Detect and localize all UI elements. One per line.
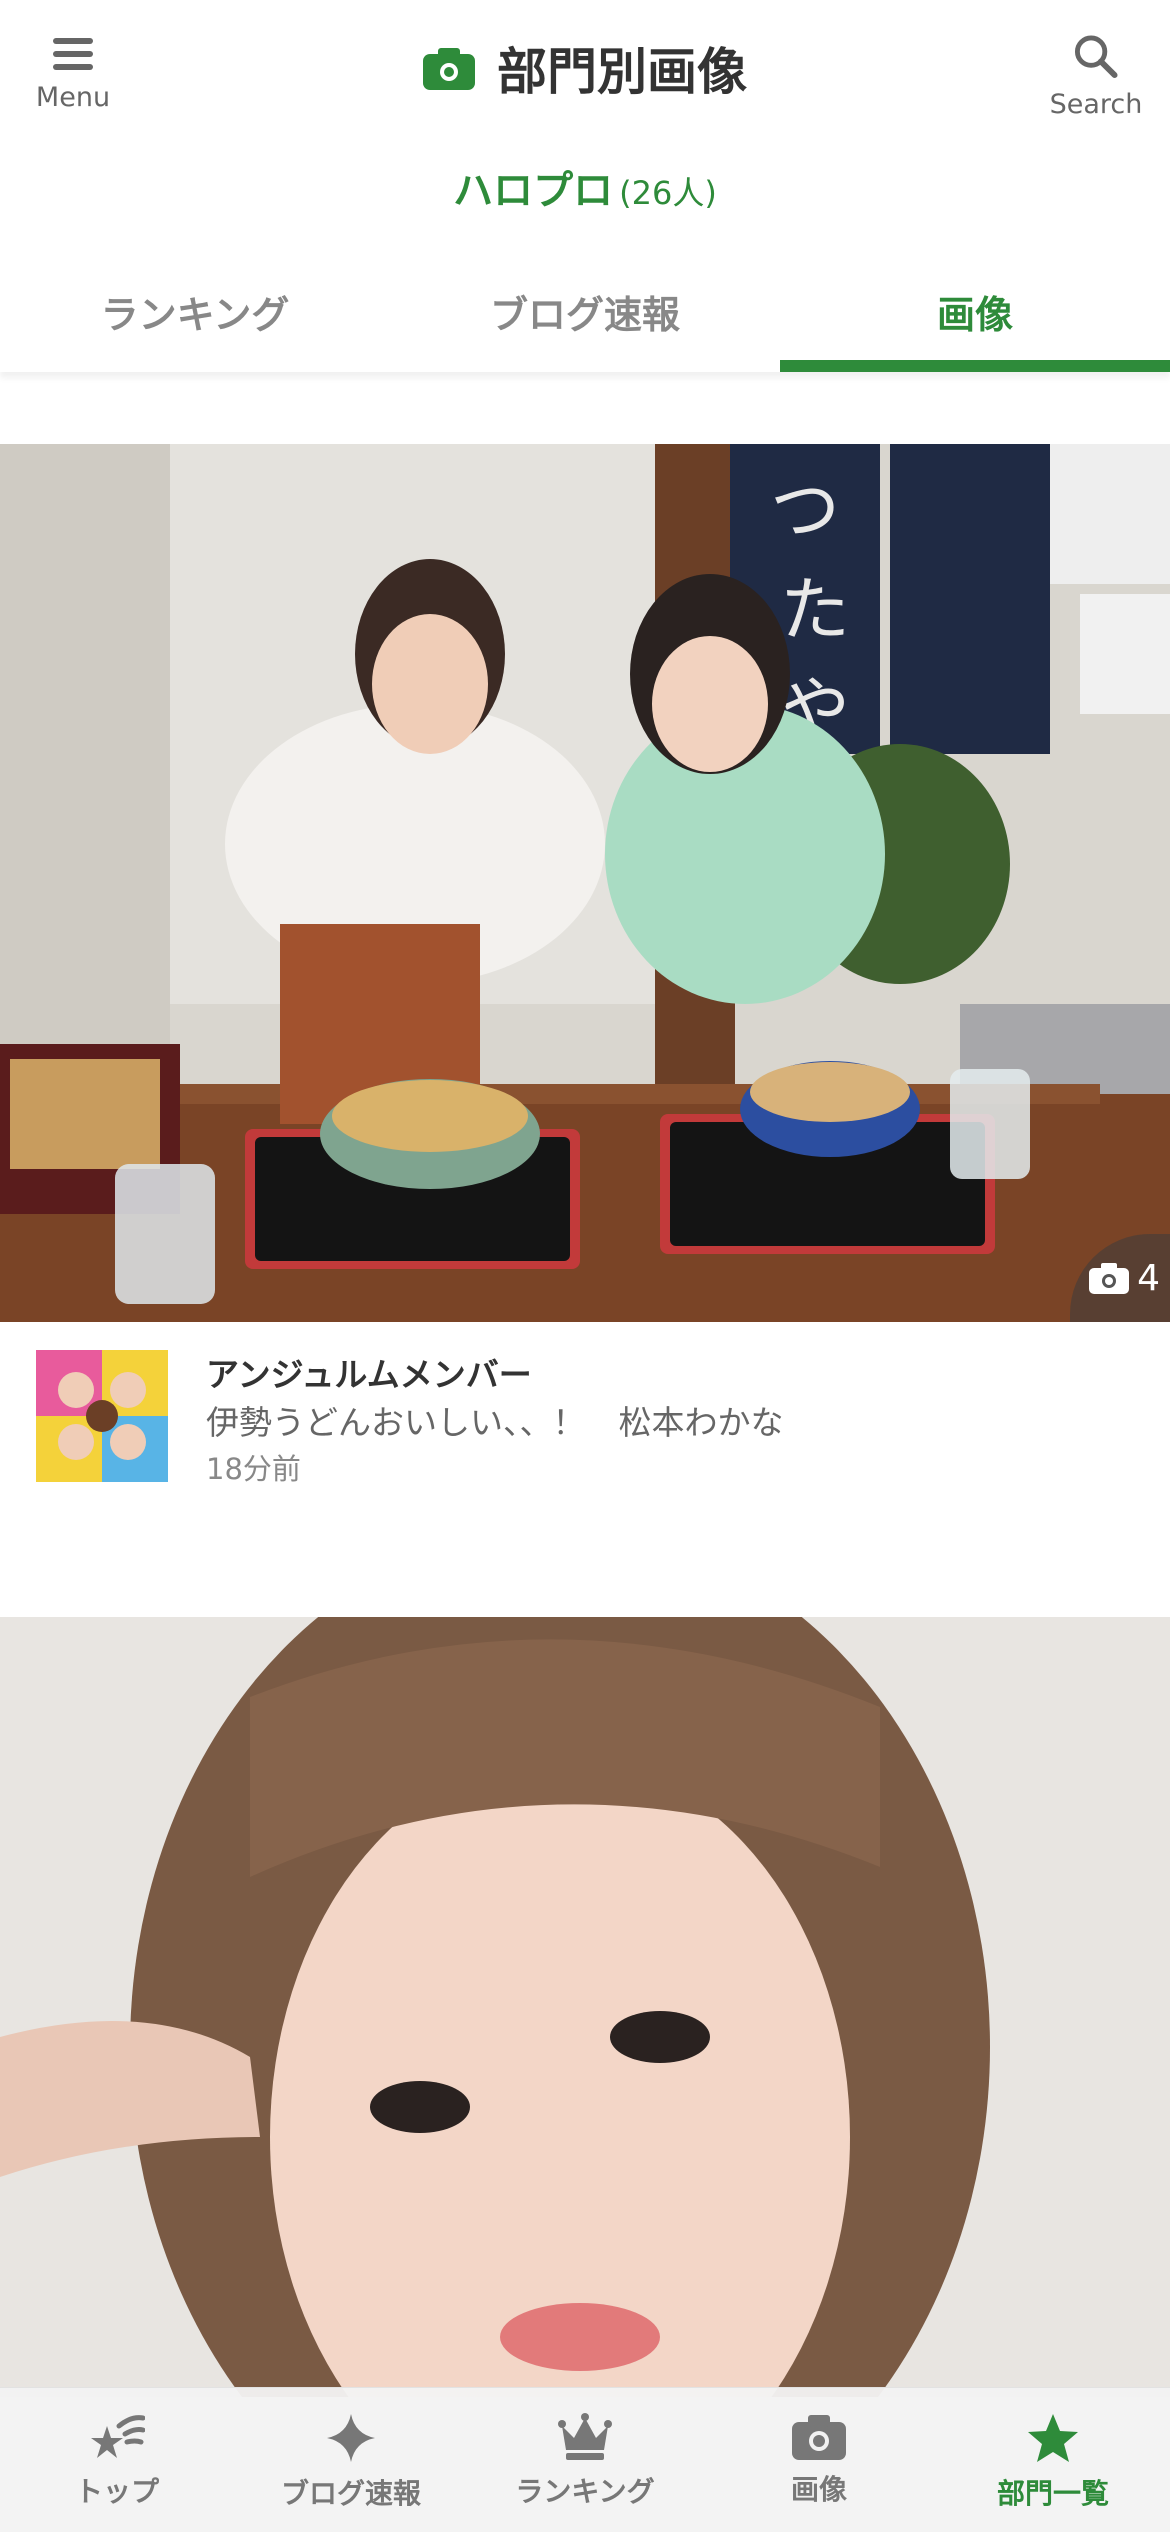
svg-text:た: た — [780, 569, 850, 651]
group-member-count: (26人) — [619, 174, 717, 212]
group-name: ハロプロ — [453, 168, 614, 214]
page-title: 部門別画像 — [0, 30, 1170, 106]
nav-categories[interactable]: 部門一覧 — [936, 2388, 1170, 2532]
camera-icon — [423, 48, 475, 90]
search-button[interactable]: Search — [1046, 30, 1146, 120]
photo-count: 4 — [1137, 1257, 1160, 1299]
app-header: Menu 部門別画像 Search — [0, 0, 1170, 145]
tab-images[interactable]: 画像 — [780, 250, 1170, 372]
tab-blog-news[interactable]: ブログ速報 — [390, 250, 780, 372]
post-author[interactable]: アンジュルムメンバー — [206, 1348, 532, 1396]
svg-text:つ: つ — [770, 469, 840, 551]
post-timestamp: 18分前 — [206, 1452, 301, 1486]
star-icon — [1028, 2414, 1078, 2462]
group-heading: ハロプロ (26人) — [0, 158, 1170, 216]
nav-ranking-label: ランキング — [515, 2475, 655, 2508]
nav-top-label: トップ — [74, 2475, 159, 2508]
camera-icon — [792, 2415, 846, 2460]
tab-ranking[interactable]: ランキング — [0, 250, 390, 372]
nav-blog-news[interactable]: ブログ速報 — [234, 2388, 468, 2532]
tab-bar: ランキング ブログ速報 画像 — [0, 250, 1170, 372]
group-thumbnail — [36, 1350, 168, 1482]
post-meta[interactable]: アンジュルムメンバー 伊勢うどんおいしい、、！ 松本わかな 18分前 — [36, 1348, 1136, 1488]
shooting-star-icon — [91, 2415, 145, 2458]
post-title[interactable]: 伊勢うどんおいしい、、！ 松本わかな — [206, 1396, 784, 1444]
author-avatar[interactable] — [36, 1350, 168, 1482]
nav-categories-label: 部門一覧 — [996, 2477, 1109, 2510]
nav-blog-news-label: ブログ速報 — [280, 2477, 421, 2510]
nav-images-label: 画像 — [790, 2473, 847, 2506]
sparkle-icon — [327, 2414, 375, 2462]
nav-ranking[interactable]: ランキング — [468, 2388, 702, 2532]
nav-images[interactable]: 画像 — [702, 2388, 936, 2532]
search-icon — [1074, 35, 1118, 79]
search-label: Search — [1049, 89, 1143, 120]
post-photo[interactable] — [0, 1617, 1170, 2397]
bottom-navigation: トップ ブログ速報 ランキング 画像 部門一覧 — [0, 2387, 1170, 2532]
post-photo[interactable]: つ た や 4 — [0, 444, 1170, 1322]
selfie-photo — [0, 1617, 1170, 2397]
restaurant-photo: つ た や — [0, 444, 1170, 1322]
camera-icon — [1089, 1263, 1130, 1294]
crown-icon — [558, 2413, 612, 2460]
page-title-text: 部門別画像 — [497, 43, 747, 101]
nav-top[interactable]: トップ — [0, 2388, 234, 2532]
